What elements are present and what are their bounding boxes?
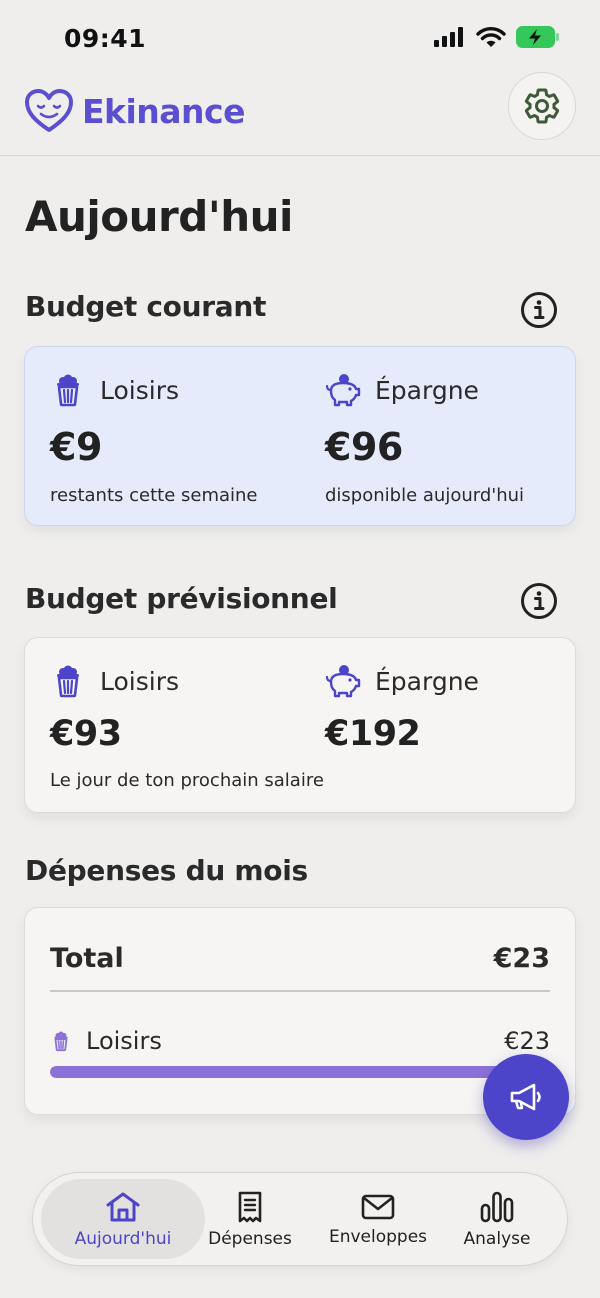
current-budget-info-icon[interactable] <box>520 291 558 329</box>
app-header: Ekinance <box>0 72 600 156</box>
tab-label: Analyse <box>463 1229 531 1249</box>
feedback-fab-button[interactable] <box>483 1054 569 1140</box>
current-savings-header: Épargne <box>325 373 479 407</box>
cellular-signal-icon <box>434 27 463 47</box>
wifi-icon <box>476 27 506 47</box>
trash-bin-icon <box>57 665 79 698</box>
status-time: 09:41 <box>64 24 147 53</box>
status-bar: 09:41 <box>0 0 600 80</box>
settings-button[interactable] <box>508 72 576 140</box>
tab-today[interactable]: Aujourd'hui <box>41 1173 205 1267</box>
forecast-leisure-header: Loisirs <box>50 664 179 698</box>
tab-label: Enveloppes <box>328 1227 428 1247</box>
category-progress-track <box>50 1066 550 1078</box>
app-logo: Ekinance <box>24 88 246 134</box>
total-label: Total <box>50 942 124 974</box>
app-name: Ekinance <box>82 91 246 131</box>
tab-envelopes[interactable]: Enveloppes <box>317 1173 439 1267</box>
trash-bin-icon <box>57 374 79 407</box>
forecast-leisure-amount: €93 <box>50 714 122 754</box>
page-title: Aujourd'hui <box>25 192 293 241</box>
forecast-budget-info-icon[interactable] <box>520 582 558 620</box>
gear-icon <box>524 88 560 124</box>
bottom-tab-bar: Aujourd'hui Dépenses Enveloppes Analyse <box>32 1172 568 1266</box>
tab-label: Dépenses <box>208 1229 292 1249</box>
current-budget-title: Budget courant <box>25 290 267 323</box>
current-leisure-header: Loisirs <box>50 373 179 407</box>
screen: 09:41 Ekinance Aujourd'hui Budget couran… <box>0 0 600 1298</box>
current-budget-card: Loisirs €9 restants cette semaine Épargn… <box>24 346 576 526</box>
battery-charging-icon <box>516 26 559 48</box>
monthly-spending-title: Dépenses du mois <box>25 854 308 887</box>
forecast-budget-title: Budget prévisionnel <box>25 582 338 615</box>
bar-chart-icon <box>480 1191 514 1223</box>
tab-analysis[interactable]: Analyse <box>451 1173 543 1267</box>
piggy-bank-icon <box>325 374 361 407</box>
home-icon <box>106 1192 140 1222</box>
piggy-bank-icon <box>325 665 361 698</box>
trash-bin-icon <box>54 1031 68 1052</box>
forecast-savings-header: Épargne <box>325 664 479 698</box>
current-leisure-label: Loisirs <box>100 375 180 405</box>
current-leisure-amount: €9 <box>50 425 102 469</box>
divider <box>50 990 550 992</box>
envelope-icon <box>361 1194 395 1220</box>
status-icons <box>434 26 560 48</box>
forecast-savings-amount: €192 <box>325 714 421 754</box>
category-value: €23 <box>504 1027 550 1055</box>
tab-expenses[interactable]: Dépenses <box>203 1173 297 1267</box>
total-row: Total €23 <box>50 938 550 978</box>
heart-smile-logo-icon <box>25 89 73 132</box>
current-savings-amount: €96 <box>325 425 403 469</box>
current-leisure-caption: restants cette semaine <box>50 485 258 506</box>
current-savings-label: Épargne <box>375 375 479 405</box>
megaphone-icon <box>510 1083 541 1111</box>
category-label-group: Loisirs <box>50 1027 162 1055</box>
tab-label: Aujourd'hui <box>74 1229 172 1249</box>
forecast-leisure-label: Loisirs <box>100 666 180 696</box>
forecast-budget-card: Loisirs €93 Épargne €192 Le jour de ton … <box>24 637 576 813</box>
category-progress-fill <box>50 1066 550 1078</box>
total-value: €23 <box>493 942 550 974</box>
forecast-savings-label: Épargne <box>375 666 479 696</box>
category-label: Loisirs <box>86 1027 162 1055</box>
receipt-icon <box>238 1191 262 1223</box>
current-savings-caption: disponible aujourd'hui <box>325 485 525 506</box>
forecast-caption: Le jour de ton prochain salaire <box>50 770 324 791</box>
category-row-leisure: Loisirs €23 <box>50 1026 550 1056</box>
